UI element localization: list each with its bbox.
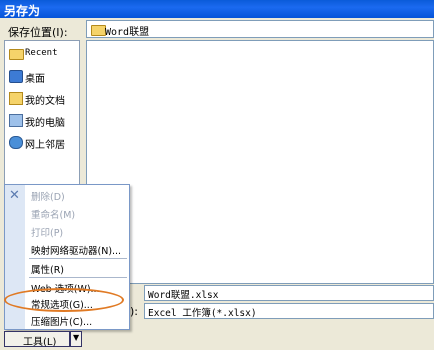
place-my-computer[interactable]: 我的电脑: [7, 111, 79, 129]
savein-value: Word联盟: [105, 27, 150, 38]
filetype-dropdown[interactable]: Excel 工作簿(*.xlsx): [144, 303, 434, 319]
place-label: Recent: [25, 48, 58, 58]
desktop-icon: [9, 70, 23, 83]
savein-dropdown[interactable]: Word联盟: [86, 20, 434, 38]
recent-folder-icon: [9, 49, 24, 60]
chevron-down-icon: ▼: [73, 333, 80, 342]
tools-button[interactable]: 工具(L): [4, 331, 70, 348]
place-label: 我的电脑: [25, 118, 65, 129]
folder-icon: [91, 25, 106, 36]
filetype-label: ):: [130, 305, 138, 318]
file-list[interactable]: [86, 40, 434, 284]
menu-item-compress-pictures[interactable]: 压缩图片(C)...: [26, 312, 128, 328]
place-my-documents[interactable]: 我的文档: [7, 89, 79, 107]
filename-input[interactable]: Word联盟.xlsx: [144, 285, 434, 301]
close-icon: ✕: [9, 188, 20, 203]
place-desktop[interactable]: 桌面: [7, 67, 79, 85]
menu-item-delete[interactable]: 删除(D): [26, 187, 128, 203]
menu-item-properties[interactable]: 属性(R): [26, 260, 128, 276]
place-label: 我的文档: [25, 96, 65, 107]
savein-label: 保存位置(I):: [8, 26, 68, 39]
network-icon: [9, 136, 23, 149]
place-label: 网上邻居: [25, 140, 65, 151]
tools-dropdown-arrow[interactable]: ▼: [70, 331, 82, 347]
my-computer-icon: [9, 114, 23, 127]
place-recent[interactable]: Recent: [7, 45, 79, 63]
menu-item-print[interactable]: 打印(P): [26, 223, 128, 239]
menu-item-map-network-drive[interactable]: 映射网络驱动器(N)...: [26, 241, 128, 257]
window-title: 另存为: [4, 4, 41, 18]
menu-item-rename[interactable]: 重命名(M): [26, 205, 128, 221]
tools-button-label: 工具(L): [23, 337, 57, 348]
place-network[interactable]: 网上邻居: [7, 133, 79, 151]
filetype-value: Excel 工作簿(*.xlsx): [148, 308, 257, 319]
title-bar: 另存为: [0, 0, 434, 18]
my-documents-icon: [9, 92, 23, 105]
menu-separator: [29, 277, 127, 278]
filename-value: Word联盟.xlsx: [148, 290, 219, 301]
place-label: 桌面: [25, 74, 45, 85]
menu-separator: [29, 258, 127, 259]
highlight-ring: [4, 288, 124, 312]
